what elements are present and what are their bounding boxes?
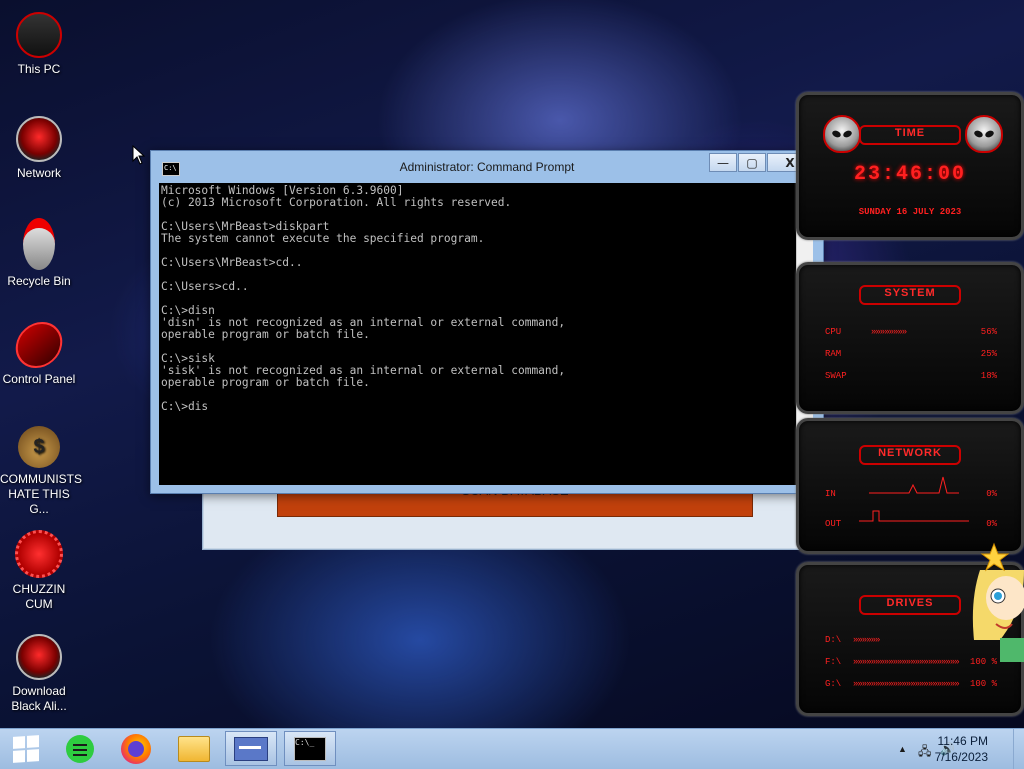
cmd-icon: C:\_ [294,736,326,761]
cartoon-character-sticker [972,542,1024,662]
system-row-ram: RAM 25% [825,349,1011,361]
control-panel-icon [12,322,66,368]
row-bar: »»»»»»»»»»»»»»»»»»»»»»»» [853,657,960,667]
system-row-cpu: CPU »»»»»»»» 56% [825,327,1011,339]
row-value: 56% [980,327,997,337]
desktop-icon-label: Recycle Bin [7,274,71,288]
app-window-button[interactable] [225,731,277,766]
row-value: 25% [980,349,997,359]
mouse-cursor-icon [132,145,146,165]
desktop-icon-control-panel[interactable]: Control Panel [0,322,78,387]
desktop-icon-communists[interactable]: $ COMMUNISTS HATE THIS G... [0,426,82,517]
command-prompt-window[interactable]: C:\ Administrator: Command Prompt — ▢ X … [150,150,824,494]
network-tray-icon[interactable]: 🖧 [918,742,931,763]
desktop-icon-this-pc[interactable]: This PC [0,12,78,77]
row-bar: »»»»»»»»»»»»»»»»»»»»»»»» [853,679,960,689]
row-label: G:\ [825,679,842,689]
tray-overflow-chevron-icon[interactable]: ▲ [898,744,907,754]
widget-network-panel: NETWORK IN 0% OUT 0% [796,418,1024,554]
widget-date: SUNDAY 16 JULY 2023 [858,207,962,217]
system-tray: ▲ 🖧 🔊 11:46 PM 7/16/2023 [874,729,1024,769]
taskbar-clock[interactable]: 11:46 PM 7/16/2023 [935,733,988,765]
red-chuzzle-icon [15,530,63,578]
row-bar: »»»»»»»» [871,327,907,337]
row-label: OUT [825,519,842,529]
row-value: 0% [986,519,997,529]
alien-head-right-icon [965,115,1003,153]
taskbar: C:\_ ▲ 🖧 🔊 11:46 PM 7/16/2023 [0,728,1024,769]
desktop-icon-label: Download Black Ali... [11,684,67,713]
system-row-swap: SWAP 18% [825,371,1011,383]
notes-app-button[interactable] [54,731,106,766]
start-button[interactable] [0,731,52,766]
row-bar: »»»»»» [853,635,880,645]
windows-logo-icon [13,734,39,763]
row-label: F:\ [825,657,842,667]
desktop-icon-label: Network [16,166,61,180]
desktop-icon-label: COMMUNISTS HATE THIS G... [0,472,82,516]
widget-system-title: SYSTEM [859,285,961,305]
desktop-icon-recycle-bin[interactable]: Recycle Bin [0,218,78,289]
firefox-icon [121,733,151,764]
alien-download-icon [16,634,62,680]
minimize-button[interactable]: — [709,153,737,172]
row-value: 0% [986,489,997,499]
desktop-icon-download-black-alien[interactable]: Download Black Ali... [0,634,78,714]
app-window-icon [234,736,268,761]
desktop-icon-label: This PC [17,62,61,76]
row-label: RAM [825,349,842,359]
file-explorer-button[interactable] [168,731,220,766]
row-label: SWAP [825,371,847,381]
desktop-icon-chuzzin[interactable]: CHUZZIN CUM [0,530,78,612]
clock-time: 11:46 PM [937,734,988,748]
widget-network-title: NETWORK [859,445,961,465]
row-value: 100 % [969,679,997,689]
row-value: 18% [980,371,997,381]
money-bag-icon: $ [18,426,60,468]
command-prompt-button[interactable]: C:\_ [284,731,336,766]
cmd-titlebar[interactable]: C:\ Administrator: Command Prompt — ▢ X [151,151,823,183]
cmd-console-area[interactable]: Microsoft Windows [Version 6.3.9600] (c)… [159,183,813,485]
row-label: CPU [825,327,842,337]
folder-icon [178,735,210,762]
alien-network-icon [16,116,62,162]
desktop-icon-label: Control Panel [2,372,76,386]
notes-icon [66,734,94,763]
alien-head-left-icon [823,115,861,153]
maximize-button[interactable]: ▢ [738,153,766,172]
row-label: D:\ [825,635,842,645]
recycle-bin-icon [23,218,55,270]
widget-drives-title: DRIVES [859,595,961,615]
network-row-in: IN 0% [825,489,1011,501]
row-label: IN [825,489,836,499]
cmd-output-text[interactable]: Microsoft Windows [Version 6.3.9600] (c)… [161,185,797,413]
widget-time-title: TIME [859,125,961,145]
network-row-out: OUT 0% [825,519,1011,531]
widget-system-panel: SYSTEM CPU »»»»»»»» 56% RAM 25% SWAP 18% [796,262,1024,414]
drive-row-g: G:\ »»»»»»»»»»»»»»»»»»»»»»»» 100 % [825,679,1011,691]
desktop-icon-label: CHUZZIN CUM [12,582,66,611]
show-desktop-button[interactable] [1013,729,1024,769]
widget-time-panel: TIME 23:46:00 SUNDAY 16 JULY 2023 [796,92,1024,240]
clock-date: 7/16/2023 [934,750,988,764]
computer-icon [16,12,62,58]
firefox-button[interactable] [110,731,162,766]
widget-clock: 23:46:00 [853,163,966,186]
desktop-icon-network[interactable]: Network [0,116,78,181]
